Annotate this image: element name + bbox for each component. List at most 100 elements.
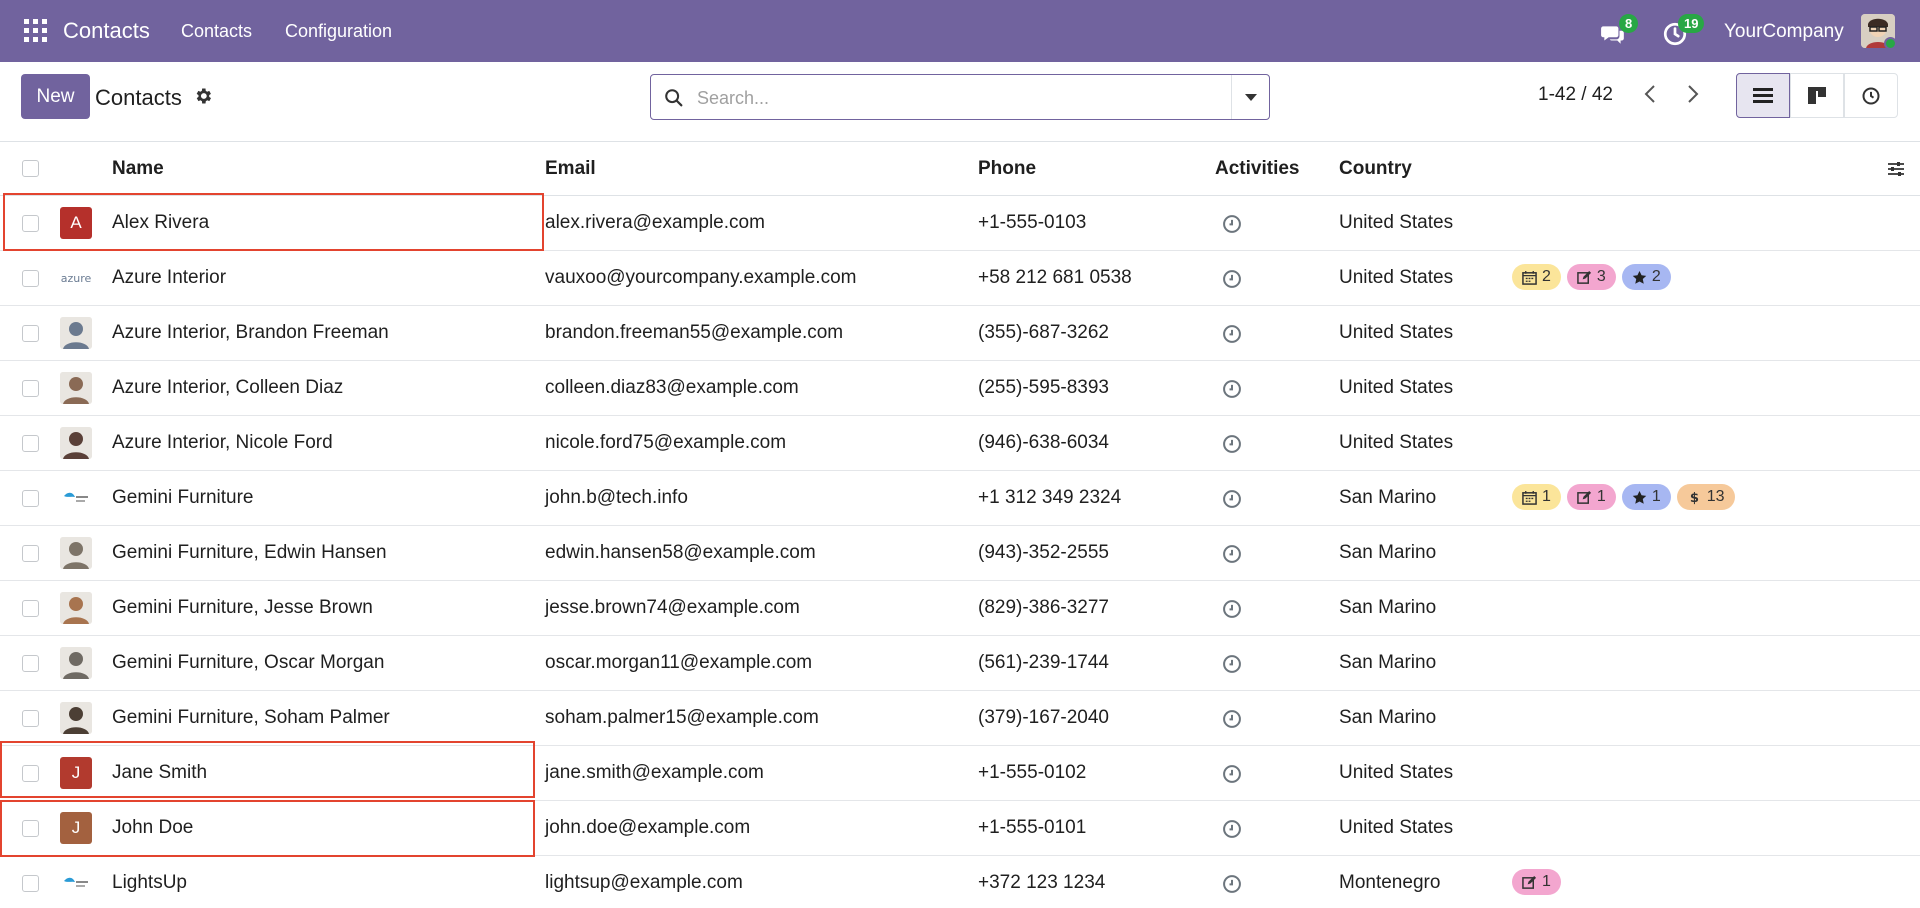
activity-clock-icon[interactable] [1222, 324, 1242, 344]
search-options-toggle[interactable] [1233, 75, 1269, 119]
activity-clock-icon[interactable] [1222, 214, 1242, 234]
row-checkbox[interactable] [22, 270, 39, 287]
contact-email[interactable]: brandon.freeman55@example.com [545, 322, 843, 344]
row-checkbox[interactable] [22, 765, 39, 782]
table-row[interactable]: A Alex Rivera alex.rivera@example.com +1… [0, 196, 1920, 251]
table-row[interactable]: LightsUp lightsup@example.com +372 123 1… [0, 856, 1920, 908]
list-view-button[interactable] [1736, 73, 1790, 118]
table-row[interactable]: Azure Interior, Colleen Diaz colleen.dia… [0, 361, 1920, 416]
contact-name[interactable]: Gemini Furniture [112, 487, 254, 509]
company-switcher[interactable]: YourCompany [1724, 21, 1844, 43]
contact-name[interactable]: Gemini Furniture, Jesse Brown [112, 597, 373, 619]
row-checkbox[interactable] [22, 545, 39, 562]
contact-name[interactable]: Azure Interior, Colleen Diaz [112, 377, 343, 399]
activity-tag[interactable]: 2 [1512, 264, 1561, 290]
table-row[interactable]: Gemini Furniture, Jesse Brown jesse.brow… [0, 581, 1920, 636]
activities-button[interactable]: 19 [1662, 14, 1705, 47]
row-checkbox[interactable] [22, 875, 39, 892]
contact-name[interactable]: Azure Interior, Nicole Ford [112, 432, 333, 454]
contact-name[interactable]: Alex Rivera [112, 212, 209, 234]
new-button[interactable]: New [21, 74, 90, 119]
contact-name[interactable]: Gemini Furniture, Soham Palmer [112, 707, 390, 729]
pager-value[interactable]: 1-42 / 42 [1538, 84, 1613, 106]
column-header-email[interactable]: Email [545, 158, 596, 180]
contact-phone[interactable]: (561)-239-1744 [978, 652, 1109, 674]
app-name[interactable]: Contacts [63, 18, 150, 44]
contact-phone[interactable]: (255)-595-8393 [978, 377, 1109, 399]
table-row[interactable]: Gemini Furniture john.b@tech.info +1 312… [0, 471, 1920, 526]
contact-email[interactable]: soham.palmer15@example.com [545, 707, 819, 729]
contact-country[interactable]: United States [1339, 322, 1453, 344]
column-header-name[interactable]: Name [112, 158, 164, 180]
activity-clock-icon[interactable] [1222, 709, 1242, 729]
contact-email[interactable]: lightsup@example.com [545, 872, 743, 894]
row-checkbox[interactable] [22, 325, 39, 342]
select-all-checkbox[interactable] [22, 160, 39, 177]
contact-name[interactable]: Azure Interior [112, 267, 226, 289]
contact-email[interactable]: edwin.hansen58@example.com [545, 542, 816, 564]
activity-clock-icon[interactable] [1222, 764, 1242, 784]
row-checkbox[interactable] [22, 215, 39, 232]
activity-view-button[interactable] [1844, 73, 1898, 118]
contact-email[interactable]: jane.smith@example.com [545, 762, 764, 784]
activity-tag[interactable]: 2 [1621, 264, 1671, 290]
menu-contacts[interactable]: Contacts [181, 21, 252, 42]
row-checkbox[interactable] [22, 655, 39, 672]
contact-phone[interactable]: +58 212 681 0538 [978, 267, 1132, 289]
contact-email[interactable]: colleen.diaz83@example.com [545, 377, 799, 399]
search-input[interactable] [697, 85, 1197, 111]
contact-email[interactable]: john.doe@example.com [545, 817, 750, 839]
contact-email[interactable]: oscar.morgan11@example.com [545, 652, 812, 674]
contact-phone[interactable]: +1-555-0102 [978, 762, 1086, 784]
contact-email[interactable]: jesse.brown74@example.com [545, 597, 800, 619]
contact-name[interactable]: Jane Smith [112, 762, 207, 784]
contact-country[interactable]: San Marino [1339, 542, 1436, 564]
activity-tag[interactable]: 1 [1566, 484, 1616, 510]
contact-country[interactable]: San Marino [1339, 652, 1436, 674]
activity-clock-icon[interactable] [1222, 379, 1242, 399]
row-checkbox[interactable] [22, 380, 39, 397]
activity-clock-icon[interactable] [1222, 269, 1242, 289]
row-checkbox[interactable] [22, 600, 39, 617]
contact-phone[interactable]: (829)-386-3277 [978, 597, 1109, 619]
activity-tag[interactable]: 1 [1512, 869, 1561, 895]
contact-name[interactable]: Azure Interior, Brandon Freeman [112, 322, 389, 344]
contact-phone[interactable]: (946)-638-6034 [978, 432, 1109, 454]
contact-phone[interactable]: (943)-352-2555 [978, 542, 1109, 564]
contact-country[interactable]: United States [1339, 432, 1453, 454]
optional-columns-icon[interactable] [1886, 159, 1906, 179]
messages-button[interactable]: 8 [1600, 14, 1639, 47]
table-row[interactable]: Gemini Furniture, Soham Palmer soham.pal… [0, 691, 1920, 746]
activity-clock-icon[interactable] [1222, 544, 1242, 564]
pager-next-button[interactable] [1679, 80, 1707, 108]
app-menu-icon[interactable] [24, 19, 47, 42]
contact-country[interactable]: San Marino [1339, 597, 1436, 619]
table-row[interactable]: Azure Interior, Nicole Ford nicole.ford7… [0, 416, 1920, 471]
activity-tag[interactable]: 1 [1512, 484, 1561, 510]
gear-icon[interactable] [193, 86, 213, 106]
activity-tag[interactable]: 3 [1566, 264, 1616, 290]
contact-phone[interactable]: (379)-167-2040 [978, 707, 1109, 729]
contact-name[interactable]: Gemini Furniture, Oscar Morgan [112, 652, 384, 674]
column-header-phone[interactable]: Phone [978, 158, 1036, 180]
contact-country[interactable]: United States [1339, 267, 1453, 289]
contact-country[interactable]: San Marino [1339, 487, 1436, 509]
contact-country[interactable]: San Marino [1339, 707, 1436, 729]
menu-configuration[interactable]: Configuration [285, 21, 392, 42]
contact-country[interactable]: United States [1339, 377, 1453, 399]
contact-phone[interactable]: (355)-687-3262 [978, 322, 1109, 344]
contact-country[interactable]: United States [1339, 212, 1453, 234]
contact-phone[interactable]: +1-555-0101 [978, 817, 1086, 839]
table-row[interactable]: Gemini Furniture, Edwin Hansen edwin.han… [0, 526, 1920, 581]
row-checkbox[interactable] [22, 710, 39, 727]
table-row[interactable]: J Jane Smith jane.smith@example.com +1-5… [0, 746, 1920, 801]
contact-name[interactable]: LightsUp [112, 872, 187, 894]
activity-clock-icon[interactable] [1222, 434, 1242, 454]
contact-phone[interactable]: +1-555-0103 [978, 212, 1086, 234]
column-header-country[interactable]: Country [1339, 158, 1412, 180]
row-checkbox[interactable] [22, 820, 39, 837]
activity-clock-icon[interactable] [1222, 874, 1242, 894]
contact-country[interactable]: United States [1339, 762, 1453, 784]
table-row[interactable]: J John Doe john.doe@example.com +1-555-0… [0, 801, 1920, 856]
contact-country[interactable]: Montenegro [1339, 872, 1440, 894]
